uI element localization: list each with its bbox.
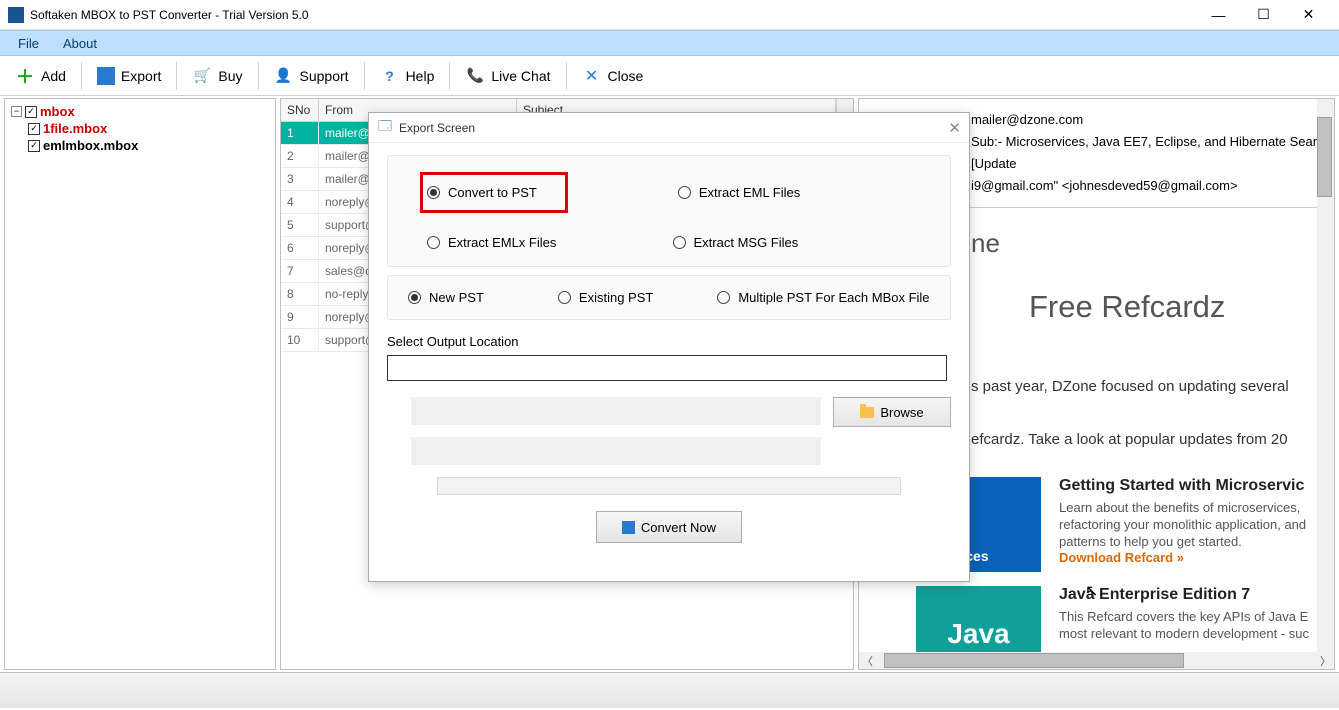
intro-line2: efcardz. Take a look at popular updates … (971, 428, 1334, 451)
close-window-button[interactable]: ✕ (1286, 1, 1331, 29)
convert-now-button[interactable]: Convert Now (596, 511, 742, 543)
disk-icon (622, 521, 635, 534)
scroll-right-icon[interactable]: 〉 (1317, 652, 1334, 669)
radio-pst-label: Convert to PST (448, 185, 537, 200)
convert-label: Convert Now (641, 520, 716, 535)
live-chat-label: Live Chat (491, 68, 550, 84)
fragment-text: ne (971, 228, 1334, 259)
refcardz-title: Free Refcardz (1029, 289, 1334, 325)
tree-child-node[interactable]: ✓1file.mbox (11, 120, 269, 137)
dialog-titlebar: 🗔 Export Screen ✕ (369, 113, 969, 143)
output-path-input[interactable] (387, 355, 947, 381)
existing-pst-label: Existing PST (579, 290, 653, 305)
preview-subject: Sub:- Microservices, Java EE7, Eclipse, … (971, 131, 1332, 175)
close-label: Close (608, 68, 644, 84)
minimize-button[interactable]: — (1196, 1, 1241, 29)
menu-about[interactable]: About (51, 33, 109, 54)
placeholder-box-1 (411, 397, 821, 425)
add-button[interactable]: ＋ Add (4, 61, 77, 91)
refcard-2-body: This Refcard covers the key APIs of Java… (1059, 608, 1309, 642)
preview-hscrollbar[interactable]: 〈 〉 (859, 652, 1334, 669)
support-icon: 👤 (274, 66, 294, 86)
close-icon: ✕ (582, 66, 602, 86)
radio-extract-msg[interactable]: Extract MSG Files (673, 235, 919, 250)
refcard-item-1: oservices Getting Started with Microserv… (916, 477, 1334, 572)
buy-label: Buy (218, 68, 242, 84)
save-icon (97, 67, 115, 85)
tree-child-label: emlmbox.mbox (43, 138, 138, 153)
expand-icon[interactable]: − (11, 106, 22, 117)
phone-icon: 📞 (465, 66, 485, 86)
col-sno[interactable]: SNo (281, 99, 319, 121)
help-label: Help (406, 68, 435, 84)
folder-icon (860, 407, 874, 418)
titlebar: Softaken MBOX to PST Converter - Trial V… (0, 0, 1339, 30)
scroll-left-icon[interactable]: 〈 (859, 652, 876, 669)
preview-from: mailer@dzone.com (971, 109, 1332, 131)
multi-pst-label: Multiple PST For Each MBox File (738, 290, 929, 305)
refcard-1-body: Learn about the benefits of microservice… (1059, 499, 1306, 550)
radio-eml-label: Extract EML Files (699, 185, 800, 200)
tree-panel: − ✓ mbox ✓1file.mbox✓emlmbox.mbox (4, 98, 276, 670)
tree-checkbox[interactable]: ✓ (25, 106, 37, 118)
preview-vscrollbar[interactable] (1317, 99, 1334, 669)
tree-root-label: mbox (40, 104, 75, 119)
pst-mode-group: New PST Existing PST Multiple PST For Ea… (387, 275, 951, 320)
dialog-title-text: Export Screen (399, 121, 475, 135)
support-label: Support (300, 68, 349, 84)
radio-convert-pst[interactable]: Convert to PST (427, 185, 537, 200)
toolbar: ＋ Add Export 🛒 Buy 👤 Support ? Help 📞 Li… (0, 56, 1339, 96)
add-label: Add (41, 68, 66, 84)
close-button[interactable]: ✕ Close (571, 61, 655, 91)
menu-file[interactable]: File (6, 33, 51, 54)
window-title: Softaken MBOX to PST Converter - Trial V… (30, 8, 1196, 22)
format-radio-group: Convert to PST Extract EML Files Extract… (387, 155, 951, 267)
export-icon: 🗔 (377, 120, 393, 136)
app-icon (8, 7, 24, 23)
menubar: File About (0, 30, 1339, 56)
statusbar (0, 672, 1339, 708)
intro-line1: s past year, DZone focused on updating s… (971, 375, 1334, 398)
highlight-box: Convert to PST (420, 172, 568, 213)
browse-label: Browse (880, 405, 923, 420)
radio-existing-pst[interactable]: Existing PST (558, 290, 653, 305)
radio-extract-eml[interactable]: Extract EML Files (678, 172, 918, 213)
radio-emlx-label: Extract EMLx Files (448, 235, 556, 250)
export-label: Export (121, 68, 161, 84)
refcard-1-title: Getting Started with Microservic (1059, 477, 1306, 495)
dialog-close-button[interactable]: ✕ (948, 119, 961, 137)
tree-root-node[interactable]: − ✓ mbox (11, 103, 269, 120)
tree-child-label: 1file.mbox (43, 121, 107, 136)
preview-to: i9@gmail.com" <johnesdeved59@gmail.com> (971, 175, 1332, 197)
radio-new-pst[interactable]: New PST (408, 290, 484, 305)
placeholder-box-2 (411, 437, 821, 465)
browse-button[interactable]: Browse (833, 397, 951, 427)
cursor-icon: ↖ (1085, 581, 1098, 601)
export-button[interactable]: Export (86, 62, 172, 90)
help-button[interactable]: ? Help (369, 61, 446, 91)
progress-bar (437, 477, 901, 495)
cart-icon: 🛒 (192, 66, 212, 86)
new-pst-label: New PST (429, 290, 484, 305)
plus-icon: ＋ (15, 66, 35, 86)
tree-checkbox[interactable]: ✓ (28, 140, 40, 152)
export-dialog: 🗔 Export Screen ✕ Convert to PST Extract… (368, 112, 970, 582)
output-location-label: Select Output Location (387, 334, 951, 349)
support-button[interactable]: 👤 Support (263, 61, 360, 91)
radio-multi-pst[interactable]: Multiple PST For Each MBox File (717, 290, 929, 305)
tree-child-node[interactable]: ✓emlmbox.mbox (11, 137, 269, 154)
radio-msg-label: Extract MSG Files (694, 235, 799, 250)
help-icon: ? (380, 66, 400, 86)
download-refcard-link[interactable]: Download Refcard » (1059, 550, 1306, 565)
buy-button[interactable]: 🛒 Buy (181, 61, 253, 91)
live-chat-button[interactable]: 📞 Live Chat (454, 61, 561, 91)
radio-extract-emlx[interactable]: Extract EMLx Files (427, 235, 673, 250)
tree-checkbox[interactable]: ✓ (28, 123, 40, 135)
maximize-button[interactable]: ☐ (1241, 1, 1286, 29)
